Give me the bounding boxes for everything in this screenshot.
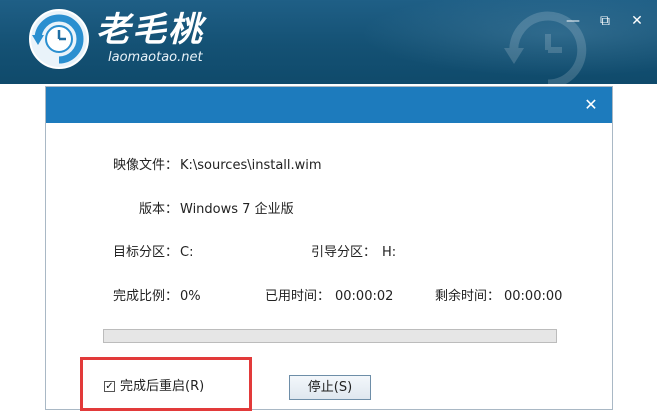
dialog-titlebar: ✕ bbox=[46, 87, 612, 123]
boot-partition-value: H: bbox=[382, 245, 397, 260]
version-value: Windows 7 企业版 bbox=[180, 202, 294, 217]
app-header: 老毛桃 laomaotao.net — ⧉ ✕ bbox=[0, 0, 657, 84]
stop-button[interactable]: 停止(S) bbox=[289, 375, 371, 400]
image-file-label: 映像文件： bbox=[112, 158, 178, 173]
dialog-close-icon[interactable]: ✕ bbox=[582, 96, 600, 114]
completion-value: 0% bbox=[180, 289, 201, 304]
reboot-checkbox-label[interactable]: 完成后重启(R) bbox=[120, 379, 204, 395]
logo-url: laomaotao.net bbox=[108, 50, 203, 65]
remaining-value: 00:00:00 bbox=[504, 289, 563, 304]
reboot-option-highlight: ✓ 完成后重启(R) bbox=[80, 357, 252, 411]
reboot-checkbox[interactable]: ✓ bbox=[104, 381, 115, 392]
progress-bar bbox=[103, 329, 557, 343]
maximize-icon[interactable]: ⧉ bbox=[598, 14, 612, 28]
elapsed-value: 00:00:02 bbox=[335, 289, 394, 304]
target-partition-label: 目标分区： bbox=[112, 245, 178, 260]
install-progress-dialog: ✕ 映像文件： K:\sources\install.wim 版本： Windo… bbox=[45, 86, 613, 411]
logo-clock-icon bbox=[29, 9, 89, 69]
remaining-label: 剩余时间： bbox=[434, 289, 500, 304]
boot-partition-label: 引导分区： bbox=[310, 245, 376, 260]
minimize-icon[interactable]: — bbox=[566, 14, 580, 28]
watermark-clock-icon bbox=[504, 11, 587, 84]
target-partition-value: C: bbox=[180, 245, 194, 260]
image-file-value: K:\sources\install.wim bbox=[180, 158, 322, 173]
completion-label: 完成比例： bbox=[112, 289, 178, 304]
version-label: 版本： bbox=[138, 202, 178, 217]
elapsed-label: 已用时间： bbox=[264, 289, 330, 304]
logo-text: 老毛桃 bbox=[96, 10, 204, 50]
close-icon[interactable]: ✕ bbox=[630, 14, 644, 28]
